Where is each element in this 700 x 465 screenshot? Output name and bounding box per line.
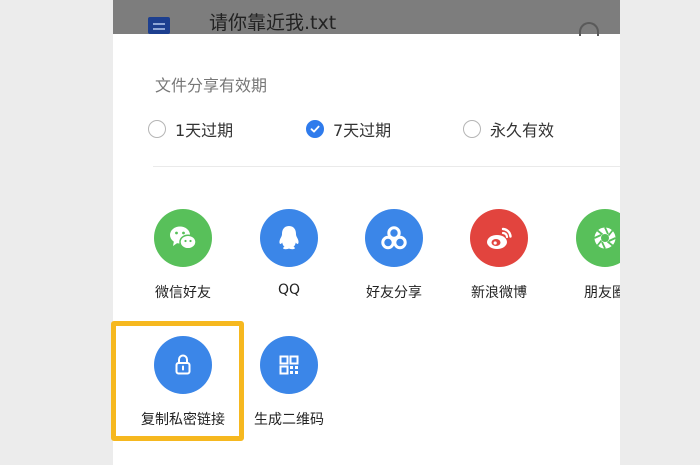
share-qr-code[interactable]: 生成二维码 [249,336,329,436]
qr-code-icon[interactable] [260,336,318,394]
share-label: 朋友圈 [584,285,620,301]
moments-icon[interactable] [576,209,620,267]
share-friends[interactable]: 好友分享 [354,209,434,309]
radio-icon[interactable] [463,120,481,138]
checked-radio-icon[interactable] [306,120,324,138]
share-label: QQ [277,282,301,298]
qq-icon[interactable] [260,209,318,267]
radio-icon[interactable] [148,120,166,138]
weibo-icon[interactable] [470,209,528,267]
share-weibo[interactable]: 新浪微博 [459,209,539,309]
file-header: 请你靠近我.txt [113,0,620,36]
wechat-icon[interactable] [154,209,212,267]
option-permanent[interactable]: 永久有效 [463,117,554,141]
share-label: 好友分享 [366,285,422,301]
share-label: 微信好友 [155,285,211,301]
option-label: 7天过期 [333,121,392,140]
share-qq[interactable]: QQ [249,209,329,309]
highlight-box [111,321,244,441]
share-label: 生成二维码 [254,412,324,428]
share-label: 新浪微博 [471,285,527,301]
option-1-day[interactable]: 1天过期 [148,117,233,141]
document-icon [148,17,170,34]
more-icon[interactable] [579,22,599,36]
option-label: 1天过期 [175,121,234,140]
share-wechat[interactable]: 微信好友 [143,209,223,309]
option-7-days[interactable]: 7天过期 [306,117,391,141]
friend-share-icon[interactable] [365,209,423,267]
validity-title: 文件分享有效期 [155,76,268,95]
file-name: 请你靠近我.txt [209,12,337,34]
share-moments[interactable]: 朋友圈 [565,209,620,309]
divider [153,166,620,167]
option-label: 永久有效 [490,121,555,140]
